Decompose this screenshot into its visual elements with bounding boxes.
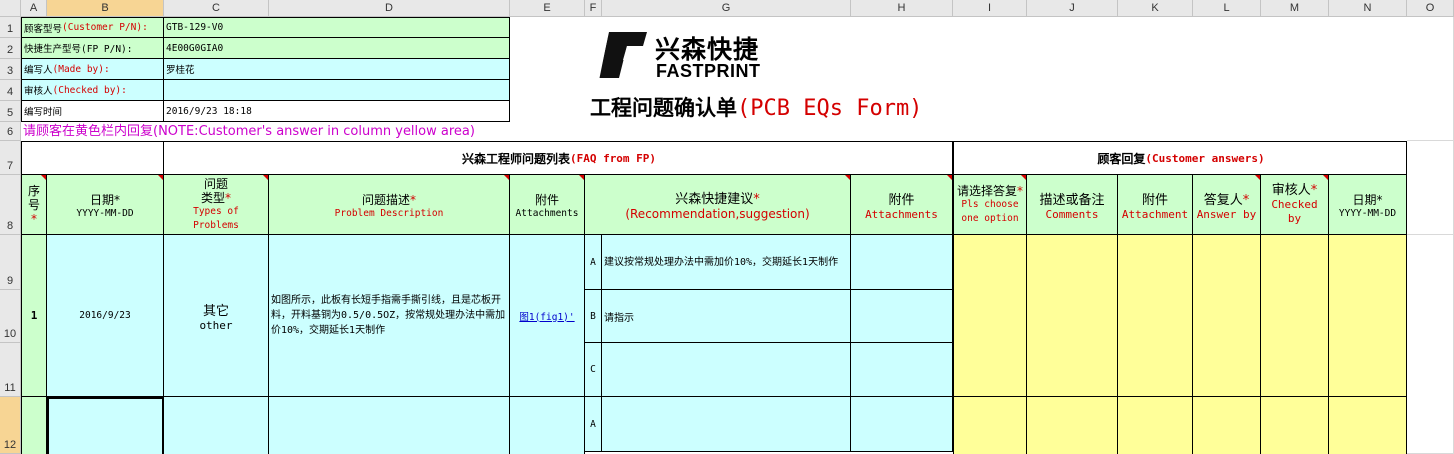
column-header-k[interactable]: K xyxy=(1118,0,1193,17)
item-1-answer-by[interactable] xyxy=(1193,235,1261,397)
column-header-b[interactable]: B xyxy=(47,0,164,17)
row-header-11[interactable]: 11 xyxy=(0,343,21,397)
attachments-header: 附件 Attachments xyxy=(510,175,585,235)
row-header-10[interactable]: 10 xyxy=(0,290,21,343)
column-header-n[interactable]: N xyxy=(1329,0,1407,17)
column-header-l[interactable]: L xyxy=(1193,0,1261,17)
item-1-option-a-attachment[interactable] xyxy=(851,235,953,290)
item-1-attachment-link[interactable]: 图1(fig1)' xyxy=(510,235,585,397)
column-header-f[interactable]: F xyxy=(585,0,602,17)
customer-answers-section-header: 顾客回复 (Customer answers) xyxy=(953,141,1407,175)
item-1-option-a-key: A xyxy=(585,235,602,290)
column-header-a[interactable]: A xyxy=(21,0,47,17)
fp-pn-value[interactable]: 4E00G0GIA0 xyxy=(164,38,510,59)
row-header-9[interactable]: 9 xyxy=(0,235,21,290)
item-1-seq[interactable]: 1 xyxy=(21,235,47,397)
item-2-type[interactable] xyxy=(164,397,269,454)
description-header: 问题描述* Problem Description xyxy=(269,175,510,235)
checked-by-value[interactable] xyxy=(164,80,510,101)
attachments-2-header: 附件 Attachments xyxy=(851,175,953,235)
item-2-customer-attachment[interactable] xyxy=(1118,397,1193,454)
column-header-i[interactable]: I xyxy=(953,0,1027,17)
column-header-h[interactable]: H xyxy=(851,0,953,17)
item-1-checked-by[interactable] xyxy=(1261,235,1329,397)
row-header-5[interactable]: 5 xyxy=(0,101,21,122)
column-header-d[interactable]: D xyxy=(269,0,510,17)
column-header-e[interactable]: E xyxy=(510,0,585,17)
item-1-date[interactable]: 2016/9/23 xyxy=(47,235,164,397)
item-1-option-b-text[interactable]: 请指示 xyxy=(602,290,851,343)
item-2-comments[interactable] xyxy=(1027,397,1118,454)
item-2-answer-by[interactable] xyxy=(1193,397,1261,454)
answer-by-header: 答复人* Answer by xyxy=(1193,175,1261,235)
row-header-12[interactable]: 12 xyxy=(0,397,21,454)
row-header-4[interactable]: 4 xyxy=(0,80,21,101)
item-2-seq[interactable] xyxy=(21,397,47,454)
item-2-description[interactable] xyxy=(269,397,510,454)
form-title: 工程问题确认单(PCB EQs Form) xyxy=(590,96,923,121)
item-1-option-c-key: C xyxy=(585,343,602,397)
type-header: 问题 类型* Types of Problems xyxy=(164,175,269,235)
column-header-c[interactable]: C xyxy=(164,0,269,17)
time-label: 编写时间 xyxy=(21,101,164,122)
fastprint-logo: 兴森快捷 FASTPRINT xyxy=(596,26,777,82)
row-header-2[interactable]: 2 xyxy=(0,38,21,59)
column-header-m[interactable]: M xyxy=(1261,0,1329,17)
date-header: 日期* YYYY-MM-DD xyxy=(47,175,164,235)
item-1-choose-option[interactable] xyxy=(953,235,1027,397)
row-header-1[interactable]: 1 xyxy=(0,17,21,38)
item-1-option-c-attachment[interactable] xyxy=(851,343,953,397)
item-1-customer-attachment[interactable] xyxy=(1118,235,1193,397)
customer-date-header: 日期* YYYY-MM-DD xyxy=(1329,175,1407,235)
row-header-3[interactable]: 3 xyxy=(0,59,21,80)
time-value[interactable]: 2016/9/23 18:18 xyxy=(164,101,510,122)
item-2-customer-date[interactable] xyxy=(1329,397,1407,454)
choose-option-header: 请选择答复* Pls choose one option xyxy=(953,175,1027,235)
item-2-option-a-attachment[interactable] xyxy=(851,397,953,452)
customer-note: 请顾客在黄色栏内回复(NOTE:Customer's answer in col… xyxy=(23,124,475,139)
column-header-j[interactable]: J xyxy=(1027,0,1118,17)
made-by-label: 编写人 (Made by): xyxy=(21,59,164,80)
item-1-option-c-text[interactable] xyxy=(602,343,851,397)
row-header-8[interactable]: 8 xyxy=(0,175,21,235)
checked-by-header: 审核人* Checked by xyxy=(1261,175,1329,235)
customer-pn-value[interactable]: GTB-129-V0 xyxy=(164,17,510,38)
fp-questions-section-header: 兴森工程师问题列表 (FAQ from FP) xyxy=(164,141,953,175)
empty-cell[interactable] xyxy=(1407,17,1454,141)
item-1-comments[interactable] xyxy=(1027,235,1118,397)
comments-header: 描述或备注 Comments xyxy=(1027,175,1118,235)
item-2-choose-option[interactable] xyxy=(953,397,1027,454)
fp-pn-label: 快捷生产型号(FP P/N): xyxy=(21,38,164,59)
empty-cell[interactable] xyxy=(1407,141,1454,235)
empty-section-cell[interactable] xyxy=(21,141,164,175)
made-by-value[interactable]: 罗桂花 xyxy=(164,59,510,80)
item-1-customer-date[interactable] xyxy=(1329,235,1407,397)
seq-header: 序号 * xyxy=(21,175,47,235)
logo-mark-icon xyxy=(596,28,649,80)
recommendation-header: 兴森快捷建议* (Recommendation,suggestion) xyxy=(585,175,851,235)
item-1-option-b-attachment[interactable] xyxy=(851,290,953,343)
item-2-option-a-text[interactable] xyxy=(602,397,851,452)
select-all-corner[interactable] xyxy=(0,0,21,17)
empty-cell[interactable] xyxy=(1407,235,1454,454)
checked-by-label: 审核人 (Checked by): xyxy=(21,80,164,101)
item-1-option-b-key: B xyxy=(585,290,602,343)
logo-english-name: FASTPRINT xyxy=(656,61,761,81)
item-1-type[interactable]: 其它 other xyxy=(164,235,269,397)
item-1-description[interactable]: 如图所示，此板有长短手指需手撕引线，且是芯板开料，开料基铜为0.5/0.5OZ，… xyxy=(269,235,510,397)
item-2-option-a-key: A xyxy=(585,397,602,452)
customer-pn-label: 顾客型号 (Customer P/N): xyxy=(21,17,164,38)
item-2-date-selected[interactable] xyxy=(47,397,164,454)
item-2-attachment[interactable] xyxy=(510,397,585,454)
column-header-o[interactable]: O xyxy=(1407,0,1454,17)
item-2-checked-by[interactable] xyxy=(1261,397,1329,454)
item-1-option-a-text[interactable]: 建议按常规处理办法中需加价10%，交期延长1天制作 xyxy=(602,235,851,290)
row-header-7[interactable]: 7 xyxy=(0,141,21,175)
row-header-6[interactable]: 6 xyxy=(0,122,21,141)
attachment-header: 附件 Attachment xyxy=(1118,175,1193,235)
column-header-g[interactable]: G xyxy=(602,0,851,17)
